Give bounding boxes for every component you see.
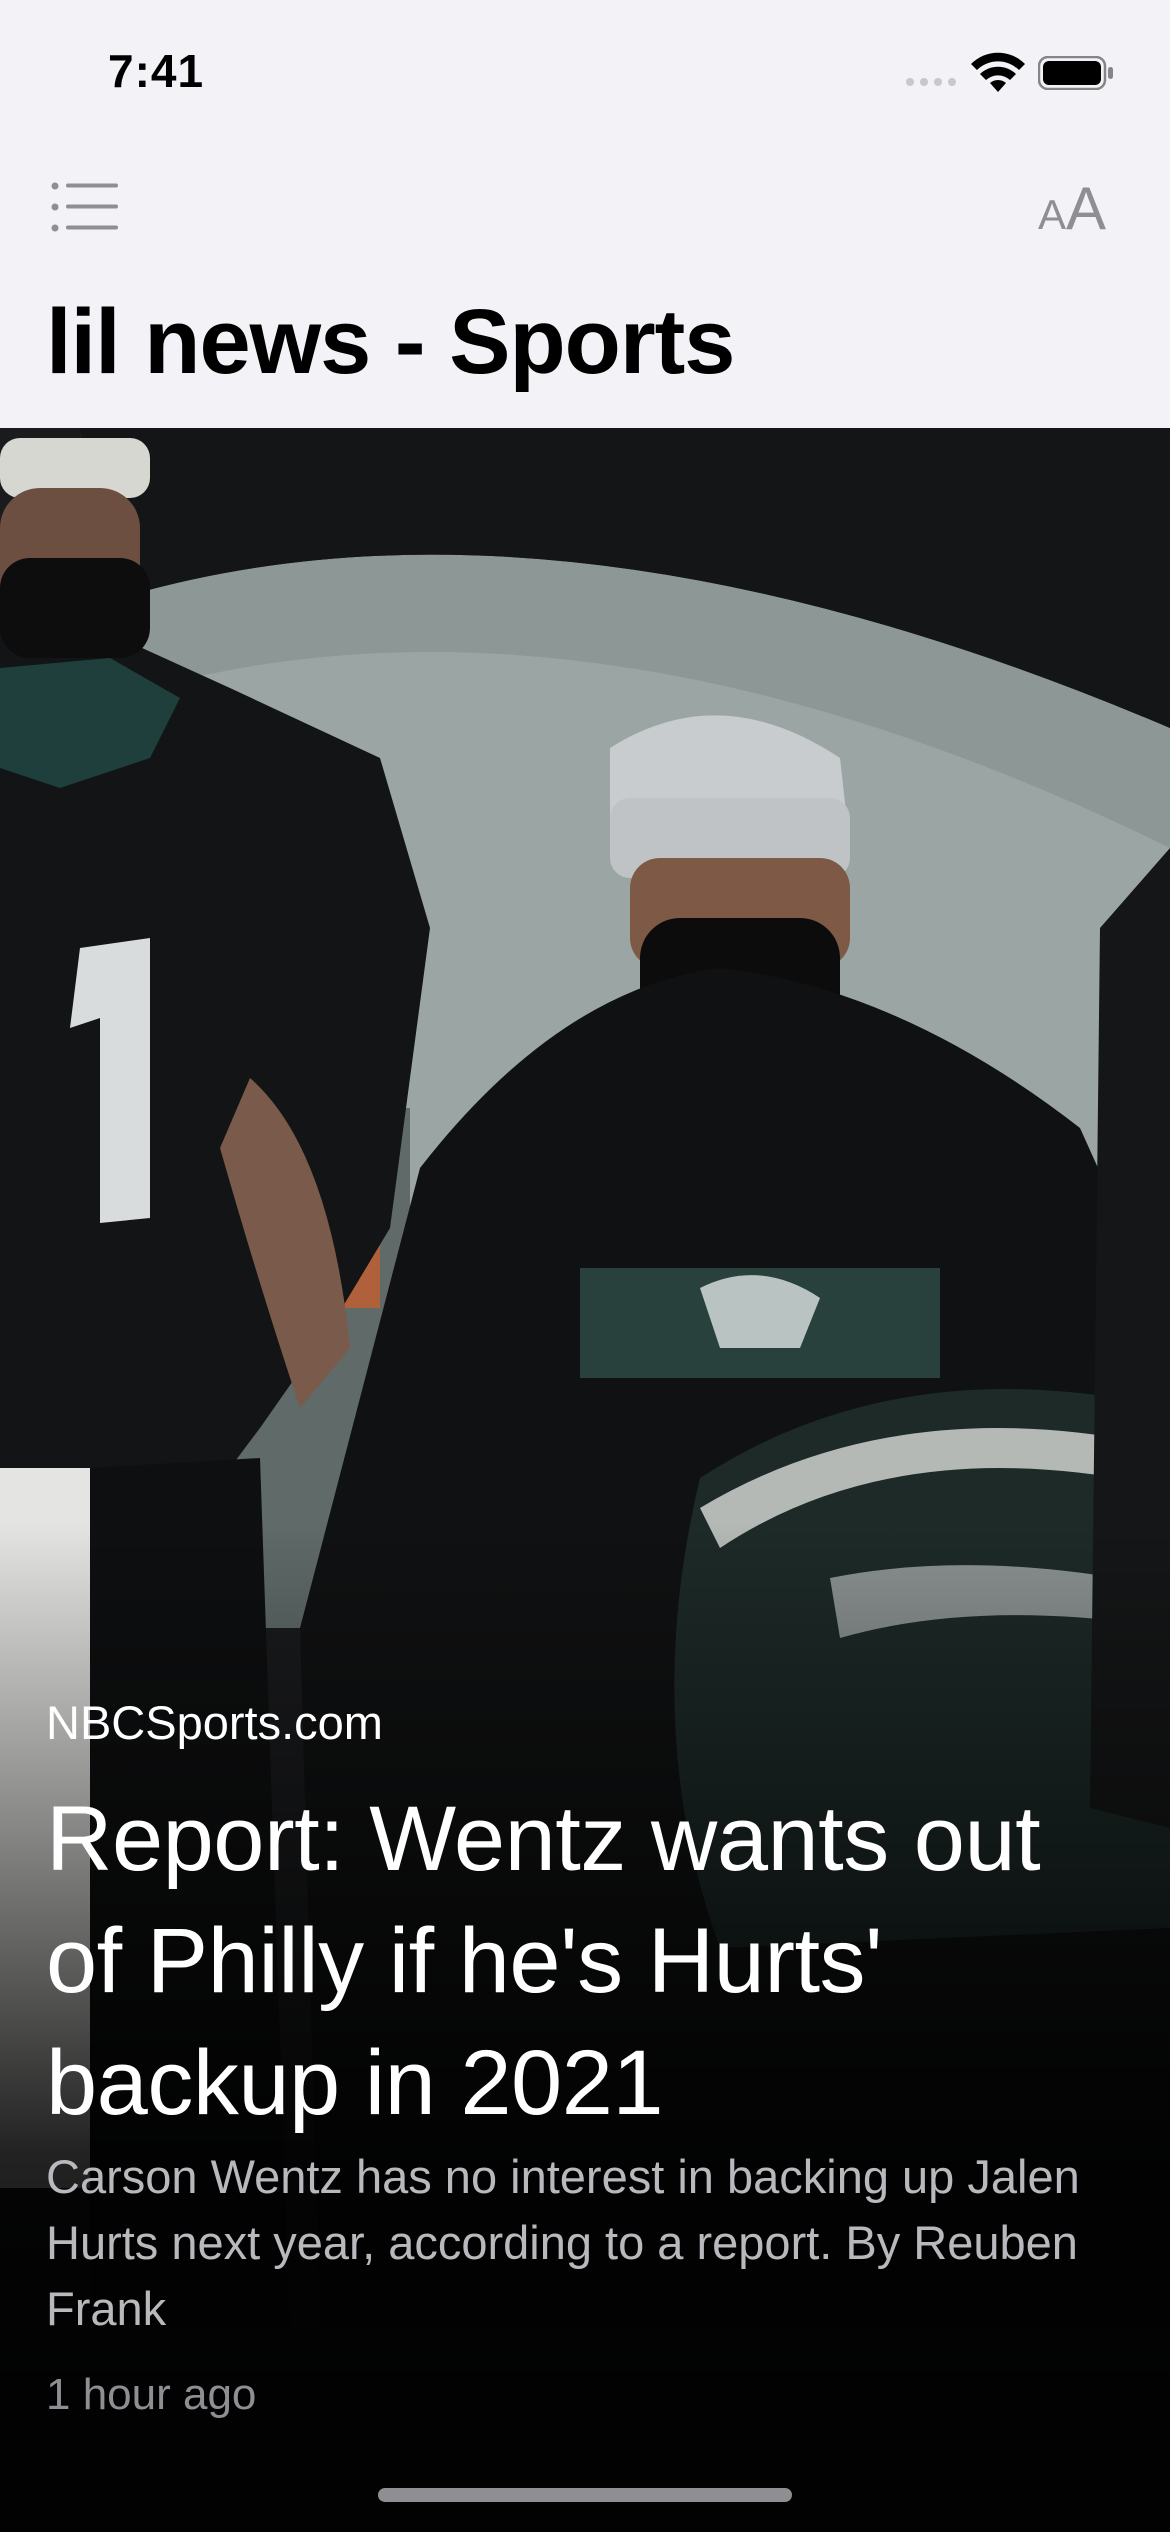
text-size-big-glyph: A [1066,175,1107,242]
page-title: lil news - Sports [46,291,735,393]
article-headline[interactable]: Report: Wentz wants out of Philly if he'… [46,1778,1136,2144]
featured-article-card[interactable]: NBCSports.com Report: Wentz wants out of… [0,428,1170,2532]
wifi-icon [971,52,1025,92]
article-source: NBCSports.com [46,1696,383,1749]
home-indicator[interactable] [378,2488,792,2502]
status-time: 7:41 [108,45,205,97]
article-timestamp: 1 hour ago [46,2370,257,2419]
app-screen: 7:41 AA lil news - Sports NBCSports.com … [0,0,1170,2532]
status-bar: 7:41 [0,0,1170,140]
article-summary: Carson Wentz has no interest in backing … [46,2150,1080,2335]
text-size-icon[interactable]: AA [1038,174,1106,243]
text-size-small-glyph: A [1038,191,1067,238]
list-menu-icon[interactable] [50,180,120,234]
signal-icon [906,78,958,92]
nav-bar: AA lil news - Sports [0,140,1170,428]
battery-icon [1038,56,1113,90]
